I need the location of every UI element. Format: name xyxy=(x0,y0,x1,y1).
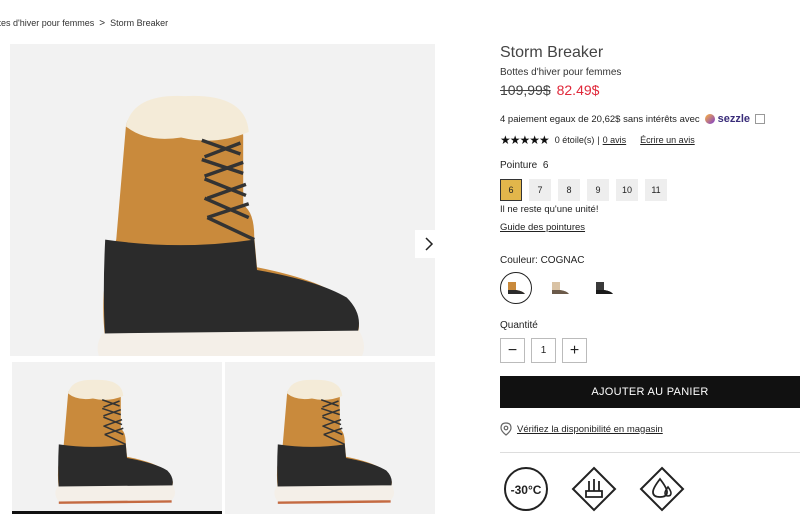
size-option-8[interactable]: 8 xyxy=(558,179,580,201)
write-review-link[interactable]: Écrire un avis xyxy=(640,135,695,145)
size-option-11[interactable]: 11 xyxy=(645,179,667,201)
installment-text: 4 paiement egaux de 20,62$ sans intérêts… xyxy=(500,113,700,125)
old-price: 109,99$ xyxy=(500,82,551,98)
swatch-cognac[interactable] xyxy=(500,272,532,304)
info-icon[interactable] xyxy=(755,114,766,124)
thumbnail-2[interactable] xyxy=(225,362,435,514)
size-option-9[interactable]: 9 xyxy=(587,179,609,201)
temp-rating-text: -30°C xyxy=(511,483,542,497)
quantity-decrease-button[interactable]: − xyxy=(500,338,525,363)
stock-note: Il ne reste qu'une unité! xyxy=(500,204,599,215)
sezzle-brand: sezzle xyxy=(717,113,751,125)
installment-info: 4 paiement egaux de 20,62$ sans intérêts… xyxy=(500,113,766,125)
size-guide-link[interactable]: Guide des pointures xyxy=(500,222,585,233)
size-label: Pointure 6 xyxy=(500,160,548,171)
next-image-button[interactable] xyxy=(415,230,443,258)
sale-price: 82.49$ xyxy=(556,82,600,98)
rating-stars: ★★★★★ xyxy=(500,133,550,147)
feature-icons: -30°C xyxy=(500,452,800,517)
insulation-icon xyxy=(571,466,617,512)
swatch-black[interactable] xyxy=(588,272,620,304)
color-swatches xyxy=(500,272,620,304)
waterproof-icon xyxy=(639,466,685,512)
temperature-rating-icon: -30°C xyxy=(504,467,548,511)
size-option-7[interactable]: 7 xyxy=(529,179,551,201)
size-label-text: Pointure xyxy=(500,160,538,171)
rating-score: 0 étoile(s) xyxy=(554,135,595,145)
size-options: 6 7 8 9 10 11 xyxy=(500,179,667,201)
size-option-6[interactable]: 6 xyxy=(500,179,522,201)
product-subtitle: Bottes d'hiver pour femmes xyxy=(500,67,622,78)
sezzle-icon xyxy=(704,114,715,124)
quantity-label: Quantité xyxy=(500,320,538,331)
product-title: Storm Breaker xyxy=(500,44,604,61)
thumbnail-1[interactable] xyxy=(12,362,222,514)
size-option-10[interactable]: 10 xyxy=(616,179,638,201)
quantity-stepper: − 1 + xyxy=(500,338,587,363)
quantity-input[interactable]: 1 xyxy=(531,338,556,363)
breadcrumb: ttes d'hiver pour femmes > Storm Breaker xyxy=(0,18,168,29)
breadcrumb-current: Storm Breaker xyxy=(110,18,169,28)
swatch-beige[interactable] xyxy=(544,272,576,304)
location-pin-icon xyxy=(500,422,512,436)
chevron-right-icon xyxy=(425,237,434,251)
breadcrumb-separator: > xyxy=(99,18,106,29)
store-availability: Vérifiez la disponibilité en magasin xyxy=(500,422,663,436)
rating-row: ★★★★★ 0 étoile(s) | 0 avis Écrire un avi… xyxy=(500,133,695,147)
reviews-link[interactable]: 0 avis xyxy=(603,135,627,145)
rating-divider: | xyxy=(597,135,600,145)
main-product-image[interactable] xyxy=(10,44,443,374)
check-store-link[interactable]: Vérifiez la disponibilité en magasin xyxy=(517,424,663,435)
quantity-increase-button[interactable]: + xyxy=(562,338,587,363)
sezzle-logo[interactable]: sezzle xyxy=(704,113,751,125)
size-selected-value: 6 xyxy=(542,160,549,171)
breadcrumb-parent-link[interactable]: ttes d'hiver pour femmes xyxy=(0,18,94,28)
price-block: 109,99$ 82.49$ xyxy=(500,82,599,98)
color-label: Couleur: COGNAC xyxy=(500,255,585,266)
add-to-cart-button[interactable]: AJOUTER AU PANIER xyxy=(500,376,800,408)
